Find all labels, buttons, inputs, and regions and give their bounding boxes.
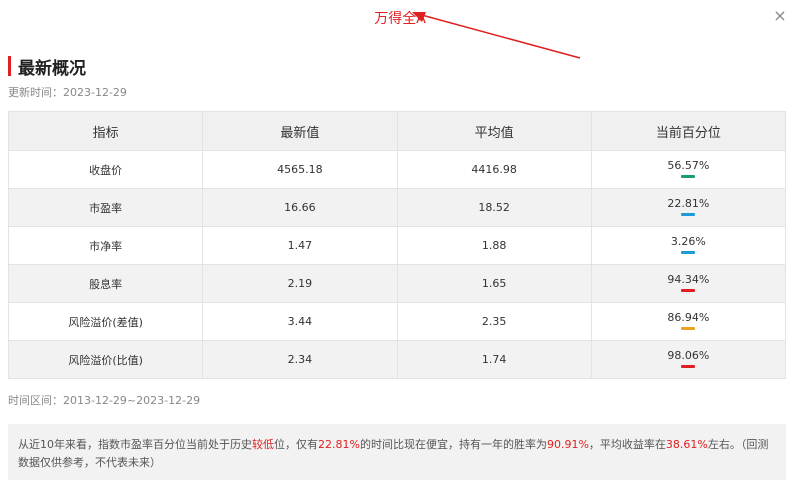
cell-indicator: 市盈率 [7,188,204,227]
cell-latest: 4565.18 [202,150,398,189]
percentile-value: 22.81% [667,197,709,218]
column-header-latest: 最新值 [202,111,398,151]
note-highlight: 22.81% [318,438,360,451]
percentile-text: 98.06% [667,349,710,362]
note-highlight: 较低 [252,438,274,451]
cell-average: 1.65 [396,264,592,303]
table-row: 风险溢价(比值) 2.34 1.74 98.06% [7,340,787,379]
close-icon[interactable]: × [772,8,788,24]
cell-indicator: 收盘价 [7,150,204,189]
percentile-value: 56.57% [667,159,709,180]
cell-indicator: 风险溢价(比值) [7,340,204,379]
table-header-row: 指标 最新值 平均值 当前百分位 [7,111,787,151]
column-header-indicator: 指标 [7,111,204,151]
time-range-value: 2013-12-29~2023-12-29 [63,394,201,407]
section-accent-bar [8,56,11,76]
percentile-text: 22.81% [667,197,710,210]
cell-average: 1.88 [396,226,592,265]
percentile-text: 86.94% [667,311,710,324]
note-text: ，平均收益率在 [588,438,666,451]
percentile-value: 98.06% [667,349,709,370]
cell-indicator: 股息率 [7,264,204,303]
cell-percentile: 3.26% [590,226,787,265]
summary-note: 从近10年来看，指数市盈率百分位当前处于历史较低位，仅有22.81%的时间比现在… [8,424,786,480]
cell-percentile: 86.94% [590,302,787,341]
percentile-text: 3.26% [670,235,706,248]
note-text: 的时间比现在便宜，持有一年的胜率为 [359,438,547,451]
note-text: 从近10年来看，指数市盈率百分位当前处于历史 [18,438,252,451]
cell-latest: 3.44 [202,302,398,341]
percentile-indicator-bar [681,289,696,292]
cell-percentile: 22.81% [590,188,787,227]
table-row: 风险溢价(差值) 3.44 2.35 86.94% [7,302,787,341]
overview-table: 指标 最新值 平均值 当前百分位 收盘价 4565.18 4416.98 56.57%… [7,111,787,379]
annotation-arrow [412,12,581,59]
percentile-value: 3.26% [671,235,706,256]
update-time: 更新时间：2023-12-29 [8,84,127,100]
percentile-indicator-bar [681,213,696,216]
table-row: 市净率 1.47 1.88 3.26% [7,226,787,265]
cell-latest: 2.34 [202,340,398,379]
percentile-indicator-bar [681,251,696,254]
percentile-value: 86.94% [667,311,709,332]
update-time-value: 2023-12-29 [63,86,127,99]
percentile-indicator-bar [681,327,696,330]
cell-average: 1.74 [396,340,592,379]
note-text: 位，仅有 [274,438,318,451]
percentile-value: 94.34% [667,273,709,294]
table-row: 市盈率 16.66 18.52 22.81% [7,188,787,227]
cell-indicator: 市净率 [7,226,204,265]
table-row: 股息率 2.19 1.65 94.34% [7,264,787,303]
column-header-average: 平均值 [396,111,592,151]
cell-latest: 2.19 [202,264,398,303]
cell-percentile: 94.34% [590,264,787,303]
percentile-text: 94.34% [667,273,710,286]
table-row: 收盘价 4565.18 4416.98 56.57% [7,150,787,189]
percentile-text: 56.57% [667,159,710,172]
section-header: 最新概况 [8,55,86,79]
section-title: 最新概况 [18,58,86,79]
update-time-label: 更新时间： [8,86,63,99]
time-range: 时间区间：2013-12-29~2023-12-29 [8,392,200,408]
cell-average: 18.52 [396,188,592,227]
time-range-label: 时间区间： [8,394,63,407]
cell-average: 2.35 [396,302,592,341]
dialog-title: 万得全A [374,11,426,27]
cell-percentile: 98.06% [590,340,787,379]
cell-latest: 16.66 [202,188,398,227]
cell-average: 4416.98 [396,150,592,189]
cell-indicator: 风险溢价(差值) [7,302,204,341]
percentile-indicator-bar [681,365,696,368]
column-header-percentile: 当前百分位 [590,111,787,151]
note-highlight: 90.91% [546,438,589,451]
cell-latest: 1.47 [202,226,398,265]
percentile-indicator-bar [681,175,696,178]
cell-percentile: 56.57% [590,150,787,189]
note-highlight: 38.61% [665,438,708,451]
